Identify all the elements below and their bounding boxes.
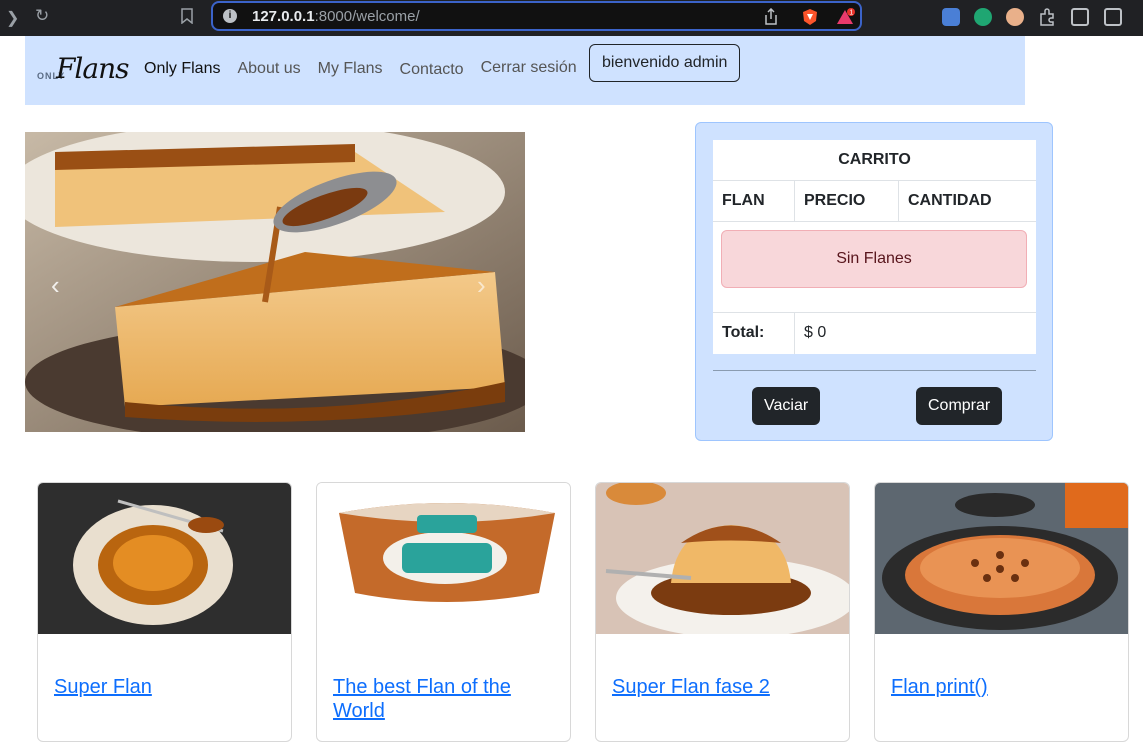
flan-card: The best Flan of the World <box>316 482 571 742</box>
svg-text:1: 1 <box>849 10 853 17</box>
page-content: ONLY Flans Only Flans About us My Flans … <box>0 36 1143 742</box>
welcome-user-button[interactable]: bienvenido admin <box>589 44 741 82</box>
cart-col-flan: FLAN <box>713 181 795 221</box>
nav-link-about-us[interactable]: About us <box>237 60 300 78</box>
card-title-link[interactable]: Super Flan fase 2 <box>612 675 832 699</box>
carousel-prev-icon[interactable]: ‹ <box>51 270 60 301</box>
cart-total-label: Total: <box>713 313 795 354</box>
brave-rewards-icon[interactable]: 1 <box>836 8 855 26</box>
profile-extension-icon[interactable] <box>1006 8 1024 26</box>
carousel-next-icon[interactable]: › <box>477 270 486 301</box>
nav-link-contacto[interactable]: Contacto <box>400 61 464 79</box>
flan-card-image <box>317 483 570 634</box>
flan-card: Super Flan fase 2 <box>595 482 850 742</box>
cart-divider <box>713 370 1036 371</box>
card-title-link[interactable]: Flan print() <box>891 675 1111 699</box>
buy-button[interactable]: Comprar <box>916 387 1003 425</box>
back-icon[interactable]: ❯ <box>6 8 19 28</box>
flan-card-image <box>596 483 849 634</box>
extensions-puzzle-icon[interactable] <box>1038 8 1056 26</box>
cart-col-cantidad: CANTIDAD <box>908 192 992 209</box>
url-text[interactable]: 127.0.0.1:8000/welcome/ <box>252 8 420 25</box>
cart-table: CARRITO FLAN PRECIO CANTIDAD Sin Flanes … <box>713 140 1036 354</box>
cart-total-row: Total: $ 0 <box>713 313 1036 354</box>
cart-panel: CARRITO FLAN PRECIO CANTIDAD Sin Flanes … <box>695 122 1053 441</box>
brave-shields-icon[interactable] <box>801 8 819 26</box>
address-bar[interactable]: i 127.0.0.1:8000/welcome/ 1 <box>211 1 862 31</box>
flan-carousel: ‹ › <box>25 132 525 432</box>
cart-col-precio: PRECIO <box>795 181 899 221</box>
card-title-link[interactable]: The best Flan of the World <box>333 675 553 723</box>
cart-title: CARRITO <box>713 140 1036 181</box>
cart-empty-alert: Sin Flanes <box>721 230 1027 288</box>
flan-card: Super Flan <box>37 482 292 742</box>
empty-cart-button[interactable]: Vaciar <box>752 387 821 425</box>
flan-card-image <box>38 483 291 634</box>
nav-link-my-flans[interactable]: My Flans <box>318 60 383 78</box>
cart-empty-row: Sin Flanes <box>713 222 1036 313</box>
share-icon[interactable] <box>763 7 781 26</box>
browser-toolbar: ❯ ↻ i 127.0.0.1:8000/welcome/ 1 <box>0 0 1143 36</box>
wallet-icon[interactable] <box>1104 8 1122 26</box>
nav-link-only-flans[interactable]: Only Flans <box>144 60 220 78</box>
card-title-link[interactable]: Super Flan <box>54 675 274 699</box>
translate-extension-icon[interactable] <box>942 8 960 26</box>
brand-script-text: Flans <box>56 52 129 85</box>
sidebar-toggle-icon[interactable] <box>1071 8 1089 26</box>
nav-links: Only Flans About us My Flans Contacto Ce… <box>144 59 594 79</box>
flan-slice-image <box>25 132 525 432</box>
bookmark-icon[interactable] <box>181 8 193 28</box>
edge-extension-icon[interactable] <box>974 8 992 26</box>
navbar: ONLY Flans Only Flans About us My Flans … <box>25 36 1025 105</box>
flan-card-image <box>875 483 1128 634</box>
flan-card: Flan print() <box>874 482 1129 742</box>
brand-logo[interactable]: ONLY Flans <box>36 52 146 88</box>
cart-total-value: $ 0 <box>804 324 827 341</box>
reload-icon[interactable]: ↻ <box>35 6 49 26</box>
site-info-icon[interactable]: i <box>223 9 237 23</box>
nav-link-cerrar-sesion[interactable]: Cerrar sesión <box>481 59 577 77</box>
cart-header-row: FLAN PRECIO CANTIDAD <box>713 181 1036 222</box>
